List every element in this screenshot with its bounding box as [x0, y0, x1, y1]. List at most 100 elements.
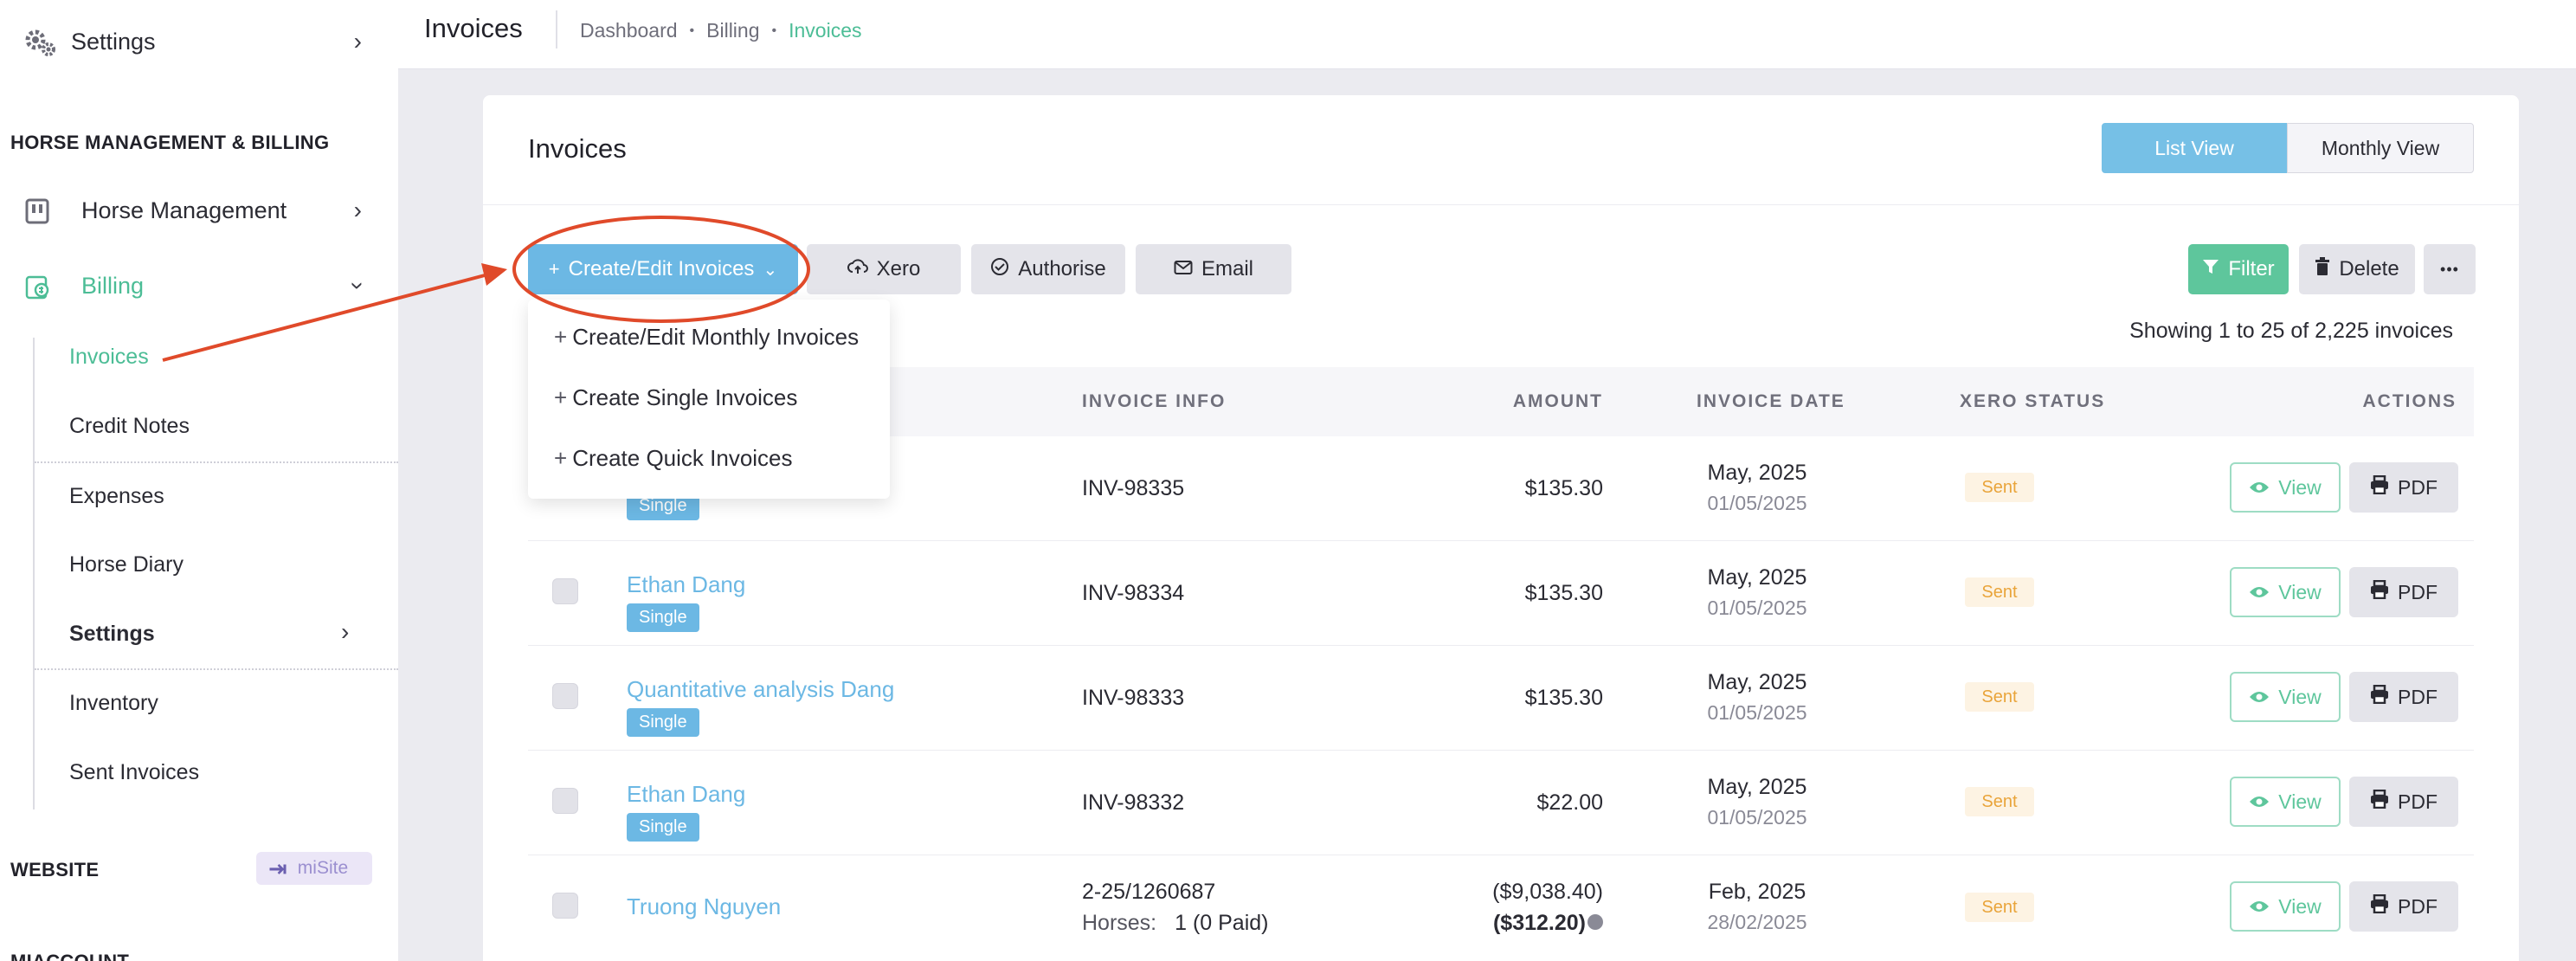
view-label: View	[2278, 685, 2322, 708]
view-button[interactable]: View	[2230, 567, 2341, 617]
xero-label: Xero	[876, 257, 921, 281]
sidebar-subitem-settings[interactable]: Settings	[69, 622, 155, 647]
sidebar-subitem-sent-invoices[interactable]: Sent Invoices	[69, 760, 199, 785]
sidebar-item-label: Settings	[71, 28, 156, 55]
trash-icon	[2315, 257, 2330, 281]
breadcrumb-separator: •	[689, 23, 695, 38]
sidebar-subitem-credit-notes[interactable]: Credit Notes	[69, 414, 190, 439]
authorise-button[interactable]: Authorise	[971, 244, 1125, 294]
menu-item-label: Create Quick Invoices	[572, 445, 793, 471]
filter-label: Filter	[2228, 257, 2275, 281]
menu-item-create-single[interactable]: + Create Single Invoices	[554, 384, 797, 411]
pdf-button[interactable]: PDF	[2349, 881, 2458, 932]
create-invoices-dropdown: + Create/Edit Monthly Invoices + Create Si…	[528, 300, 890, 499]
row-checkbox[interactable]	[552, 683, 578, 709]
funnel-icon	[2202, 258, 2219, 281]
eye-icon	[2249, 790, 2270, 814]
printer-icon	[2370, 579, 2389, 604]
xero-status-badge: Sent	[1965, 473, 2034, 502]
chevron-down-icon: ›	[345, 281, 372, 290]
client-name-link[interactable]: Ethan Dang	[627, 571, 745, 598]
invoice-month: Feb, 2025	[1708, 880, 1806, 904]
view-toggle: List View Monthly View	[2102, 123, 2474, 173]
xero-button[interactable]: Xero	[807, 244, 961, 294]
client-name-link[interactable]: Ethan Dang	[627, 781, 745, 808]
pdf-label: PDF	[2398, 894, 2438, 918]
invoice-month: May, 2025	[1707, 461, 1807, 485]
row-checkbox[interactable]	[552, 788, 578, 814]
pdf-button[interactable]: PDF	[2349, 672, 2458, 722]
view-label: View	[2278, 580, 2322, 603]
pdf-label: PDF	[2398, 475, 2438, 499]
plus-icon: +	[554, 384, 568, 410]
filter-button[interactable]: Filter	[2188, 244, 2289, 294]
invoice-number: INV-98334	[1082, 581, 1185, 605]
sidebar-item-horse-management[interactable]: Horse Management ›	[24, 189, 362, 232]
email-button[interactable]: Email	[1136, 244, 1291, 294]
email-label: Email	[1201, 257, 1253, 281]
view-label: View	[2278, 790, 2322, 813]
invoice-date: 01/05/2025	[1707, 492, 1807, 514]
create-edit-invoices-button[interactable]: + Create/Edit Invoices ⌄	[528, 244, 798, 294]
plus-icon: +	[554, 445, 568, 471]
section-heading-website: WEBSITE	[10, 859, 100, 880]
table-row: Ethan Dang Single INV-98334 $135.30 May,…	[528, 541, 2474, 646]
xero-status-badge: Sent	[1965, 787, 2034, 816]
view-button[interactable]: View	[2230, 777, 2341, 827]
section-heading-horse: HORSE MANAGEMENT & BILLING	[10, 132, 330, 153]
printer-icon	[2370, 789, 2389, 814]
row-checkbox[interactable]	[552, 893, 578, 919]
invoice-number: 2-25/1260687	[1082, 880, 1216, 904]
gears-icon	[24, 29, 55, 56]
table-row: Ethan Dang Single INV-98332 $22.00 May, …	[528, 751, 2474, 855]
invoice-amount: $135.30	[1524, 581, 1603, 605]
printer-icon	[2370, 684, 2389, 709]
sidebar-item-settings-top[interactable]: Settings ›	[24, 24, 362, 59]
sidebar-subitem-inventory[interactable]: Inventory	[69, 691, 158, 716]
invoice-amount-outstanding: ($312.20)	[1492, 911, 1586, 935]
invoice-number: INV-98332	[1082, 790, 1185, 815]
invoice-date: 01/05/2025	[1707, 701, 1807, 724]
invoice-amount: $135.30	[1524, 686, 1603, 710]
pdf-button[interactable]: PDF	[2349, 567, 2458, 617]
sidebar-subitem-horse-diary[interactable]: Horse Diary	[69, 552, 184, 577]
sidebar-item-label: Billing	[81, 272, 145, 299]
list-view-button[interactable]: List View	[2102, 123, 2287, 173]
invoice-amount: $22.00	[1536, 790, 1603, 815]
xero-status-badge: Sent	[1965, 682, 2034, 712]
pdf-button[interactable]: PDF	[2349, 462, 2458, 513]
column-header-amount: AMOUNT	[1512, 391, 1603, 411]
breadcrumb-billing[interactable]: Billing	[706, 19, 759, 42]
delete-button[interactable]: Delete	[2299, 244, 2415, 294]
misite-label: miSite	[297, 858, 349, 878]
row-checkbox[interactable]	[552, 578, 578, 604]
stable-icon	[24, 197, 50, 224]
pdf-button[interactable]: PDF	[2349, 777, 2458, 827]
invoice-month: May, 2025	[1707, 565, 1807, 590]
eye-icon	[2249, 895, 2270, 919]
view-button[interactable]: View	[2230, 881, 2341, 932]
billing-icon	[24, 273, 50, 300]
invoice-amount: $135.30	[1524, 476, 1603, 500]
misite-button[interactable]: ⇥ miSite	[256, 852, 372, 885]
breadcrumb-dashboard[interactable]: Dashboard	[580, 19, 678, 42]
column-header-xero-status: XERO STATUS	[1960, 391, 2106, 411]
cloud-upload-icon	[847, 258, 868, 281]
sidebar-subitem-expenses[interactable]: Expenses	[69, 484, 164, 509]
client-name-link[interactable]: Truong Nguyen	[627, 893, 781, 920]
column-header-invoice-date: INVOICE DATE	[1697, 391, 1845, 411]
card-title: Invoices	[528, 133, 627, 164]
menu-item-create-monthly[interactable]: + Create/Edit Monthly Invoices	[554, 324, 859, 351]
eye-icon	[2249, 476, 2270, 500]
authorise-label: Authorise	[1018, 257, 1106, 281]
sidebar-item-billing[interactable]: Billing ›	[24, 264, 371, 307]
view-button[interactable]: View	[2230, 672, 2341, 722]
view-button[interactable]: View	[2230, 462, 2341, 513]
pdf-label: PDF	[2398, 685, 2438, 708]
menu-item-create-quick[interactable]: + Create Quick Invoices	[554, 445, 793, 472]
more-options-button[interactable]: •••	[2424, 244, 2476, 294]
sidebar-subitem-invoices[interactable]: Invoices	[69, 345, 149, 370]
client-name-link[interactable]: Quantitative analysis Dang	[627, 676, 894, 703]
divider	[556, 10, 557, 48]
monthly-view-button[interactable]: Monthly View	[2287, 123, 2474, 173]
